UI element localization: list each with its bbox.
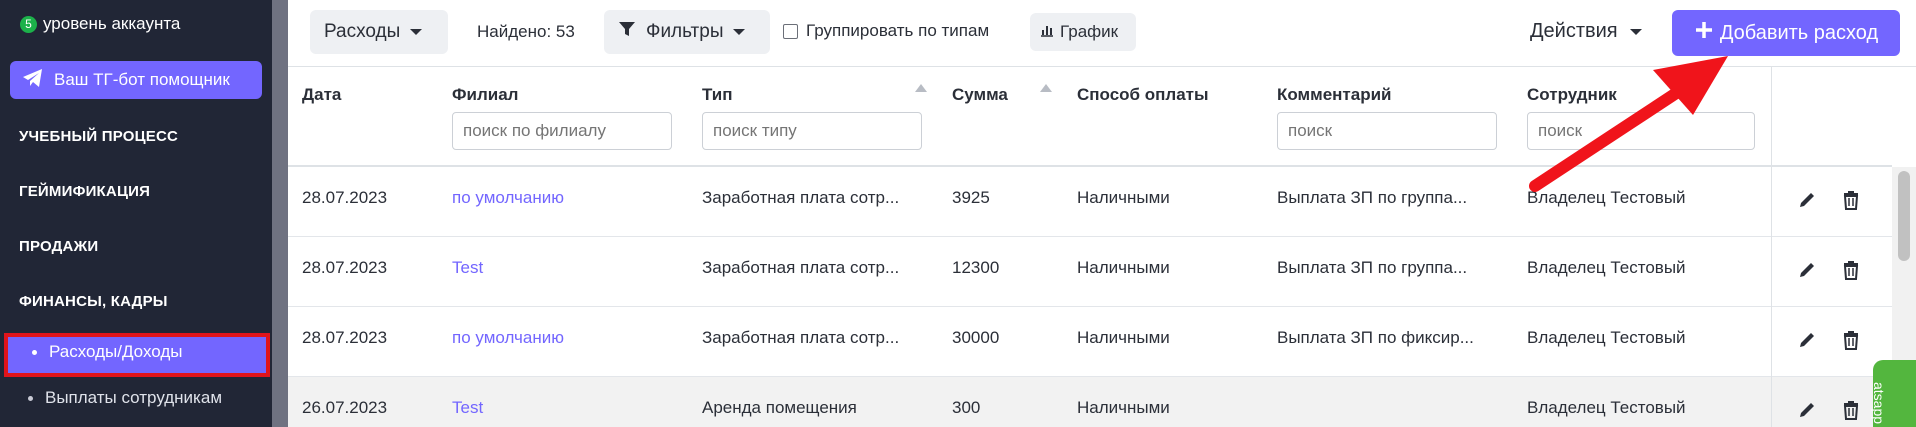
- cell-date: 28.07.2023: [302, 258, 388, 277]
- cell-type: Заработная плата сотр...: [702, 328, 900, 347]
- cell-payment-method: Наличными: [1077, 258, 1170, 277]
- type-search-input[interactable]: [702, 112, 922, 150]
- cell-employee: Владелец Тестовый: [1527, 328, 1686, 347]
- plus-icon: [1694, 20, 1714, 46]
- cell-branch-link[interactable]: Test: [452, 398, 483, 418]
- chevron-down-icon: [1629, 28, 1642, 35]
- cell-amount: 300: [952, 398, 981, 417]
- filters-button[interactable]: Фильтры: [604, 10, 770, 54]
- whatsapp-widget[interactable]: atsapp: [1871, 360, 1916, 427]
- table-row[interactable]: 28.07.2023 Test Заработная плата сотр...…: [288, 237, 1892, 307]
- cell-payment-method: Наличными: [1077, 188, 1170, 207]
- account-level: 5 уровень аккаунта: [20, 14, 180, 34]
- bullet-icon: [32, 349, 37, 355]
- cell-amount: 3925: [952, 188, 990, 207]
- cell-amount: 30000: [952, 328, 1000, 347]
- column-header-employee[interactable]: Сотрудник: [1527, 85, 1617, 105]
- cell-branch-link[interactable]: по умолчанию: [452, 188, 564, 208]
- menu-section-sales[interactable]: ПРОДАЖИ: [19, 238, 98, 255]
- sort-asc-icon[interactable]: [1040, 84, 1052, 92]
- funnel-icon: [618, 20, 636, 44]
- cell-payment-method: Наличными: [1077, 328, 1170, 347]
- table-row[interactable]: 26.07.2023 Test Аренда помещения 300 Нал…: [288, 377, 1892, 427]
- menu-section-learning[interactable]: УЧЕБНЫЙ ПРОЦЕСС: [19, 128, 178, 145]
- edit-icon[interactable]: [1796, 399, 1818, 421]
- sidebar-scrollbar[interactable]: [272, 0, 288, 427]
- chart-button-label: График: [1060, 22, 1119, 41]
- column-header-date[interactable]: Дата: [302, 85, 341, 105]
- column-header-comment[interactable]: Комментарий: [1277, 85, 1391, 105]
- cell-employee: Владелец Тестовый: [1527, 188, 1686, 207]
- cell-amount: 12300: [952, 258, 1000, 277]
- sidebar-item-label: Расходы/Доходы: [49, 342, 183, 361]
- sidebar-item-label: Выплаты сотрудникам: [45, 388, 223, 407]
- trash-icon[interactable]: [1840, 259, 1862, 281]
- cell-branch-link[interactable]: Test: [452, 258, 483, 278]
- cell-date: 28.07.2023: [302, 188, 388, 207]
- cell-comment: Выплата ЗП по группа...: [1277, 188, 1468, 207]
- cell-type: Заработная плата сотр...: [702, 188, 900, 207]
- column-header-amount[interactable]: Сумма: [952, 85, 1008, 105]
- cell-type: Аренда помещения: [702, 398, 857, 417]
- group-by-types-label: Группировать по типам: [806, 21, 990, 40]
- app: 5 уровень аккаунта Ваш ТГ-бот помощник У…: [0, 0, 1916, 427]
- chevron-down-icon: [733, 29, 746, 35]
- account-level-label: уровень аккаунта: [43, 14, 181, 33]
- expenses-table: Дата Филиал Тип Сумма Способ оплаты Комм…: [288, 66, 1916, 427]
- found-count: Найдено: 53: [477, 22, 575, 41]
- add-expense-button-label: Добавить расход: [1719, 21, 1879, 44]
- add-expense-button[interactable]: Добавить расход: [1672, 10, 1900, 56]
- cell-date: 26.07.2023: [302, 398, 388, 417]
- menu-section-gamification[interactable]: ГЕЙМИФИКАЦИЯ: [19, 183, 150, 200]
- sidebar: 5 уровень аккаунта Ваш ТГ-бот помощник У…: [0, 0, 272, 427]
- table-row[interactable]: 28.07.2023 по умолчанию Заработная плата…: [288, 307, 1892, 377]
- cell-comment: Выплата ЗП по группа...: [1277, 258, 1468, 277]
- edit-icon[interactable]: [1796, 189, 1818, 211]
- table-row[interactable]: 28.07.2023 по умолчанию Заработная плата…: [288, 167, 1892, 237]
- column-header-type[interactable]: Тип: [702, 85, 732, 105]
- cell-branch-link[interactable]: по умолчанию: [452, 328, 564, 348]
- type-dropdown[interactable]: Расходы: [310, 10, 448, 54]
- menu-section-finance[interactable]: ФИНАНСЫ, КАДРЫ: [19, 293, 168, 310]
- column-header-branch[interactable]: Филиал: [452, 85, 518, 105]
- chart-button[interactable]: График: [1030, 13, 1136, 51]
- sidebar-item-expenses-income[interactable]: Расходы/Доходы: [4, 333, 270, 377]
- trash-icon[interactable]: [1840, 329, 1862, 351]
- sort-asc-icon[interactable]: [915, 84, 927, 92]
- bar-chart-icon: [1040, 22, 1054, 42]
- actions-column-divider: [1771, 67, 1772, 427]
- employee-search-input[interactable]: [1527, 112, 1755, 150]
- actions-dropdown-label: Действия: [1530, 20, 1618, 42]
- cell-date: 28.07.2023: [302, 328, 388, 347]
- toolbar: Расходы Найдено: 53 Фильтры Группировать…: [288, 0, 1916, 66]
- trash-icon[interactable]: [1840, 189, 1862, 211]
- branch-search-input[interactable]: [452, 112, 672, 150]
- scrollbar-thumb[interactable]: [1898, 171, 1910, 261]
- cell-comment: Выплата ЗП по фиксир...: [1277, 328, 1474, 347]
- actions-dropdown[interactable]: Действия: [1530, 20, 1642, 43]
- type-dropdown-label: Расходы: [324, 21, 401, 42]
- cell-type: Заработная плата сотр...: [702, 258, 900, 277]
- account-level-badge: 5: [20, 15, 37, 33]
- chevron-down-icon: [410, 29, 423, 35]
- cell-employee: Владелец Тестовый: [1527, 258, 1686, 277]
- whatsapp-widget-label: atsapp: [1871, 382, 1887, 425]
- telegram-icon: [22, 68, 44, 93]
- comment-search-input[interactable]: [1277, 112, 1497, 150]
- cell-payment-method: Наличными: [1077, 398, 1170, 417]
- cell-employee: Владелец Тестовый: [1527, 398, 1686, 417]
- sidebar-item-employee-payments[interactable]: Выплаты сотрудникам: [28, 388, 222, 408]
- tg-bot-button-label: Ваш ТГ-бот помощник: [54, 70, 230, 89]
- bullet-icon: [28, 395, 33, 401]
- tg-bot-button[interactable]: Ваш ТГ-бот помощник: [10, 61, 262, 99]
- filters-button-label: Фильтры: [646, 21, 724, 42]
- group-by-types-checkbox[interactable]: [783, 23, 798, 39]
- edit-icon[interactable]: [1796, 259, 1818, 281]
- column-header-payment-method[interactable]: Способ оплаты: [1077, 85, 1209, 105]
- trash-icon[interactable]: [1840, 399, 1862, 421]
- group-by-types-toggle[interactable]: Группировать по типам: [783, 21, 989, 41]
- edit-icon[interactable]: [1796, 329, 1818, 351]
